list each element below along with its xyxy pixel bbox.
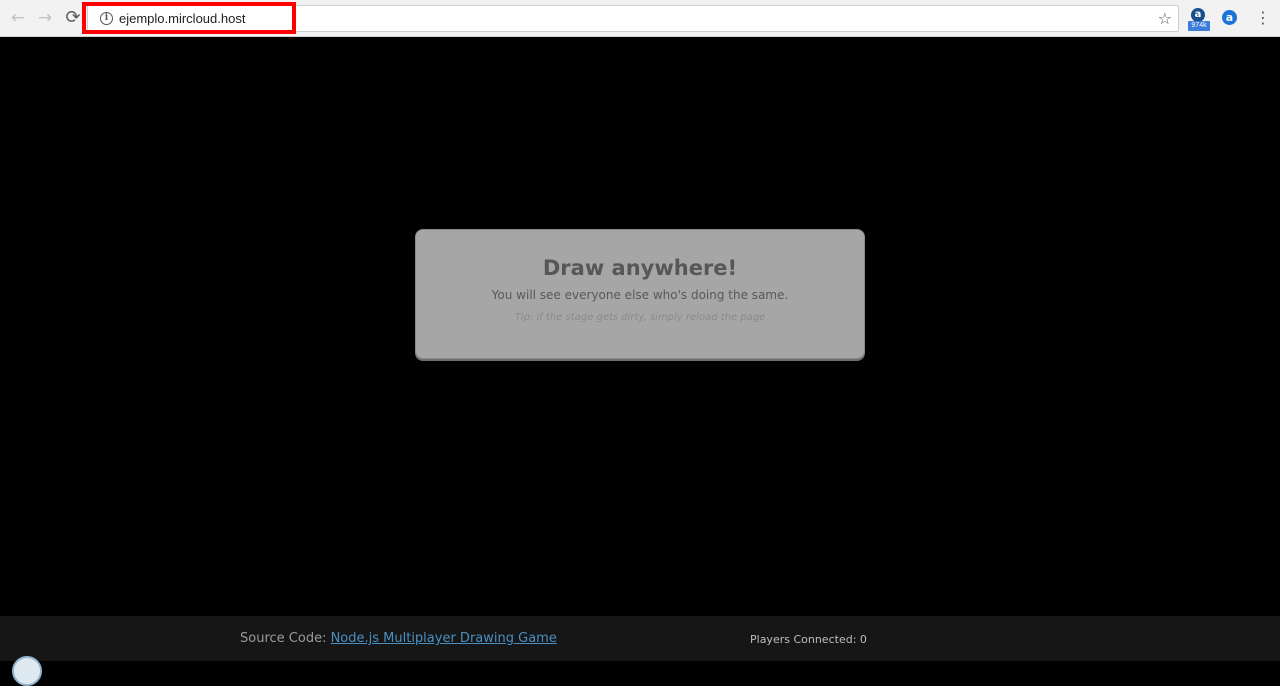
welcome-panel: Draw anywhere! You will see everyone els… [415,229,865,359]
extension-icon: a [1191,8,1205,22]
footer: Source Code: Node.js Multiplayer Drawing… [0,616,1280,686]
forward-arrow-icon[interactable]: → [35,8,55,28]
source-code-label: Source Code: Node.js Multiplayer Drawing… [240,631,557,646]
source-prefix: Source Code: [240,631,331,646]
extension-badge: 974k [1188,21,1210,31]
info-icon[interactable]: i [100,12,113,25]
reload-icon[interactable]: ⟳ [63,8,83,28]
source-code-link[interactable]: Node.js Multiplayer Drawing Game [331,631,557,646]
browser-toolbar: ← → ⟳ i ejemplo.mircloud.host ☆ a 974k a… [0,0,1280,37]
panel-tip: Tip: if the stage gets dirty, simply rel… [514,312,766,323]
extension-button-1[interactable]: a 974k [1188,8,1210,31]
menu-icon[interactable]: ⋮ [1255,9,1271,27]
address-bar[interactable]: i ejemplo.mircloud.host ☆ [87,5,1179,32]
extension-icon[interactable]: a [1222,10,1237,25]
players-connected: Players Connected: 0 [750,633,867,646]
back-arrow-icon[interactable]: ← [8,8,28,28]
url-text[interactable]: ejemplo.mircloud.host [119,11,245,26]
panel-subtitle: You will see everyone else who's doing t… [491,288,789,302]
star-icon[interactable]: ☆ [1158,9,1172,28]
panel-title: Draw anywhere! [542,256,738,280]
